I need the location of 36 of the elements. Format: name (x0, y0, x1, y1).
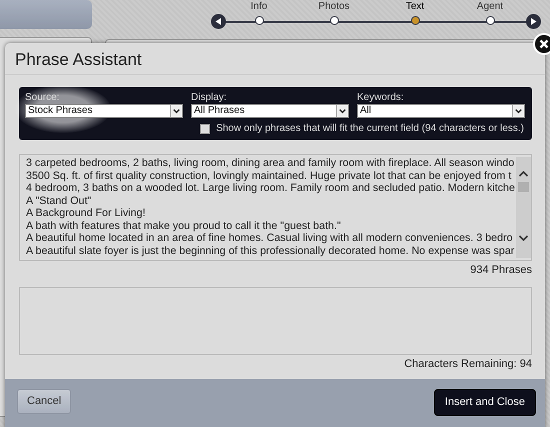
dropdown[interactable]: Stock Phrases (25, 104, 183, 118)
phrase-item[interactable]: 3500 Sq. ft. of first quality construction, lovingly maintained. Huge private lot that can be enjoyed from t (26, 170, 516, 182)
scrollbar[interactable] (516, 157, 531, 258)
previous-icon[interactable] (211, 14, 226, 29)
phrase-count: 934 Phrases (469, 263, 533, 277)
phrase-item[interactable]: A bath with features that make you proud to call it the "guest bath." (26, 220, 516, 232)
phrase-list[interactable] (19, 154, 532, 261)
checkbox-label: Show only phrases that will fit the current field (94 characters or less.) (216, 123, 524, 135)
caret-icon (336, 105, 348, 117)
phrase-item[interactable]: 4 bedroom, 3 baths on a wooded lot. Large living room. Family room and secluded patio. Modern kitche (26, 182, 516, 194)
phrase-item[interactable]: A Background For Living! (26, 207, 516, 220)
cancel-button[interactable]: Cancel (17, 389, 72, 414)
filter-label: Display: (191, 92, 228, 104)
caret-icon (512, 105, 524, 117)
step-label[interactable]: Agent (460, 0, 520, 14)
caret-icon (170, 105, 182, 117)
step-marker[interactable] (254, 16, 264, 25)
step-label[interactable]: Text (385, 0, 445, 14)
step-marker[interactable] (330, 16, 338, 25)
step-label[interactable]: Photos (304, 0, 364, 14)
dropdown[interactable]: All (357, 104, 525, 118)
step-marker[interactable] (410, 16, 420, 25)
step-label[interactable]: Info (229, 0, 289, 14)
next-icon[interactable] (526, 14, 541, 29)
phrase-item[interactable]: A beautiful slate foyer is just the beginning of this professionally decorated home. No expense was spar (26, 244, 516, 257)
filter-label: Keywords: (357, 92, 405, 104)
phrase-item[interactable]: A "Stand Out" (26, 194, 516, 207)
close-button[interactable] (533, 33, 550, 55)
step-marker[interactable] (486, 16, 494, 25)
characters-remaining: Characters Remaining: 94 (403, 357, 533, 371)
insert-and-close-button[interactable]: Insert and Close (434, 389, 536, 416)
dropdown[interactable]: All Phrases (191, 104, 349, 118)
phrase-item[interactable]: 3 carpeted bedrooms, 2 baths, living room, dining area and family room with fireplace. All season windo (26, 157, 516, 170)
close-icon (539, 39, 549, 49)
phrase-item[interactable]: A beautiful home located in an area of fine homes. Casual living with all modern conveniences. 3 bedro (26, 232, 516, 244)
checkbox[interactable] (200, 124, 210, 134)
